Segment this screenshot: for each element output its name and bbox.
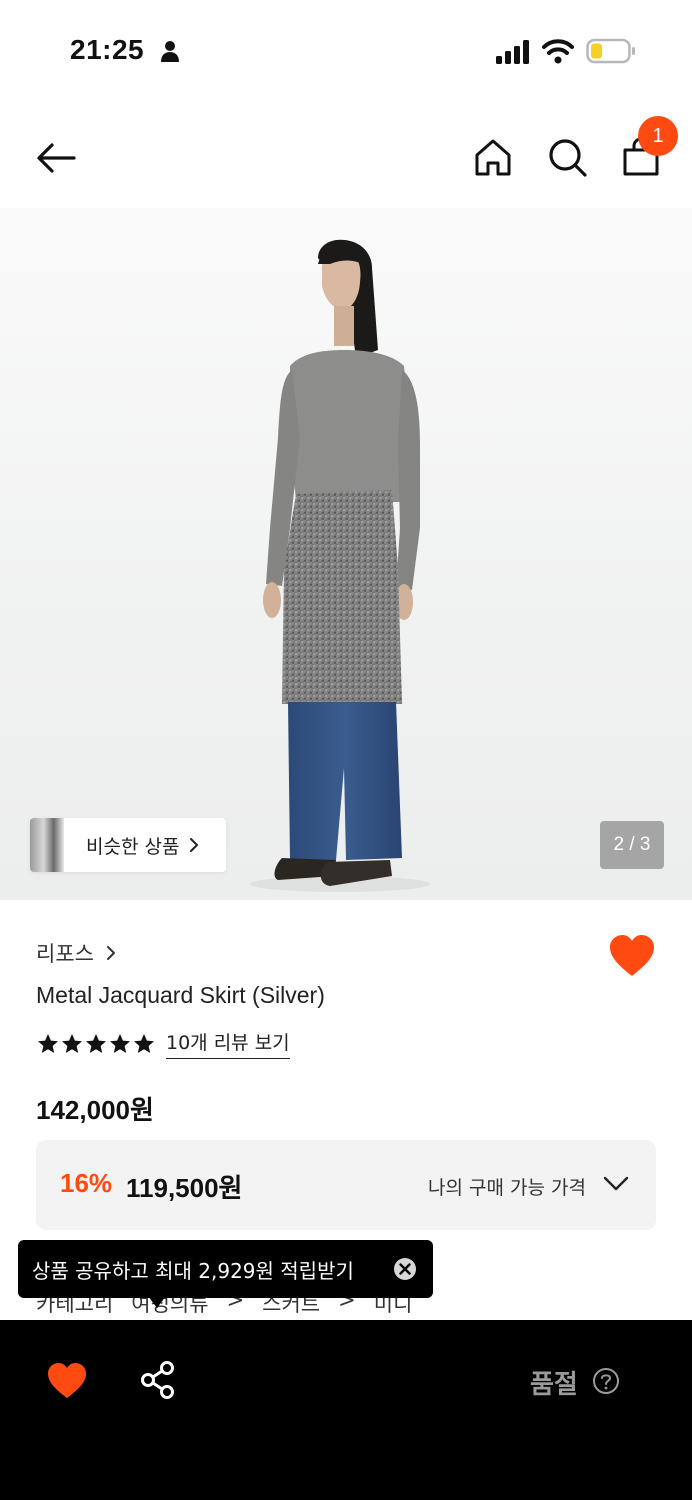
my-price-label: 나의 구매 가능 가격 [428, 1177, 586, 1199]
help-icon[interactable] [592, 1367, 620, 1395]
status-bar: 21:25 [0, 0, 692, 100]
similar-products-thumbnail [30, 818, 64, 872]
share-icon[interactable] [138, 1360, 178, 1400]
close-icon[interactable] [393, 1257, 417, 1281]
signal-icon [496, 40, 529, 64]
rating-row: 10개 리뷰 보기 [36, 1028, 290, 1059]
star-icon [134, 1033, 154, 1053]
chevron-right-icon [190, 838, 199, 852]
star-icon [110, 1033, 130, 1053]
similar-products-label: 비슷한 상품 [86, 835, 180, 858]
sale-price: 119,500원 [126, 1173, 243, 1203]
image-page-indicator: 2 / 3 [600, 821, 664, 869]
star-icon [38, 1033, 58, 1053]
battery-icon [586, 38, 635, 64]
discount-rate: 16% [60, 1168, 113, 1198]
product-image-carousel[interactable]: 비슷한 상품 2 / 3 [0, 208, 692, 900]
search-icon[interactable] [546, 136, 588, 178]
brand-name: 리포스 [36, 942, 94, 966]
wishlist-heart-icon[interactable] [46, 1362, 88, 1400]
product-photo [250, 239, 430, 892]
chevron-right-icon [106, 946, 115, 960]
top-nav-bar: 1 [0, 110, 692, 206]
sold-out-label: 품절 [530, 1370, 578, 1400]
share-reward-tooltip: 상품 공유하고 최대 2,929원 적립받기 [18, 1240, 433, 1308]
similar-products-button[interactable]: 비슷한 상품 [30, 818, 226, 872]
bottom-action-bar: 품절 [0, 1320, 692, 1500]
person-icon [161, 41, 179, 62]
cart-count-badge: 1 [638, 116, 678, 156]
tooltip-text: 상품 공유하고 최대 2,929원 적립받기 [32, 1258, 354, 1283]
back-arrow-icon[interactable] [34, 136, 78, 180]
brand-link[interactable]: 리포스 [36, 938, 118, 968]
product-name: Metal Jacquard Skirt (Silver) [36, 982, 325, 1008]
my-price-panel[interactable]: 16% 119,500원 나의 구매 가능 가격 [36, 1140, 656, 1230]
chevron-down-icon[interactable] [602, 1174, 630, 1194]
wifi-icon [542, 39, 574, 64]
view-reviews-link[interactable]: 10개 리뷰 보기 [166, 1028, 290, 1059]
status-time: 21:25 [70, 34, 145, 65]
star-icon [62, 1033, 82, 1053]
tooltip-arrow [148, 1296, 166, 1308]
original-price: 142,000원 [36, 1095, 154, 1125]
wishlist-heart-icon[interactable] [608, 934, 656, 978]
star-icon [86, 1033, 106, 1053]
home-icon[interactable] [472, 136, 514, 178]
rating-stars [36, 1032, 156, 1056]
